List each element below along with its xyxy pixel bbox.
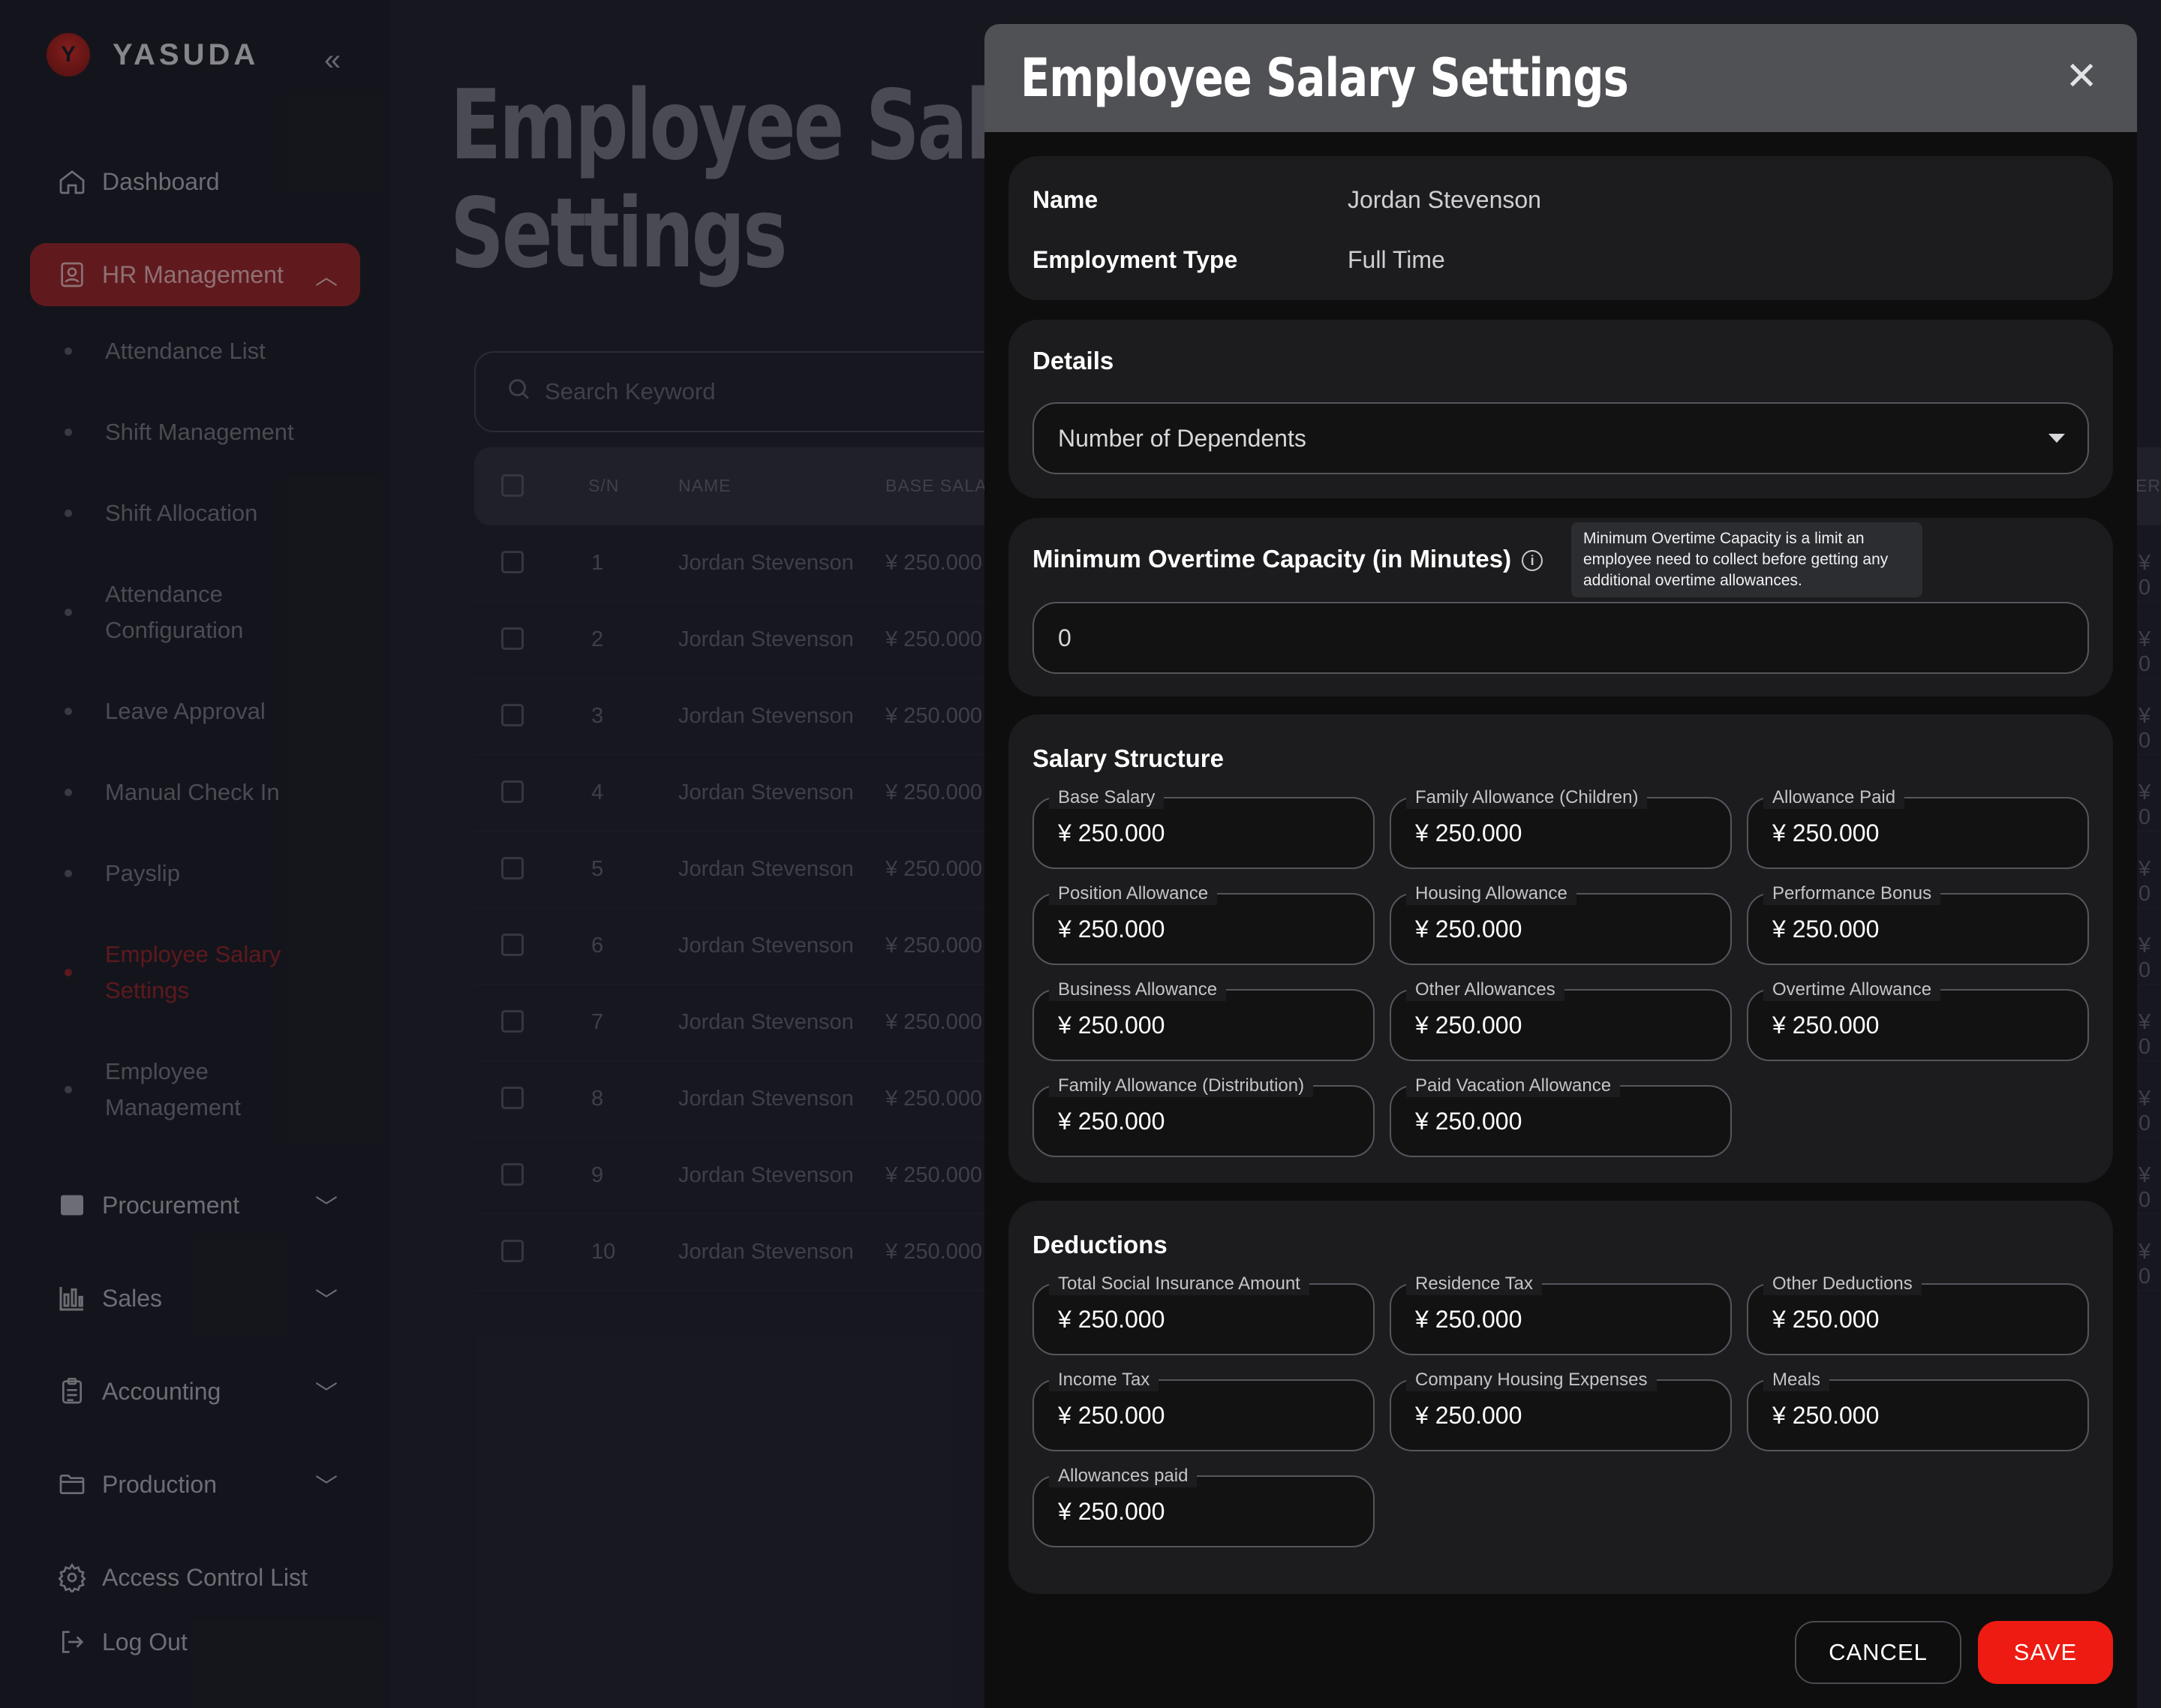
details-card: Details Number of Dependents	[1008, 320, 2113, 498]
field-label: Overtime Allowance	[1763, 979, 1941, 1001]
currency-field[interactable]: Family Allowance (Children) ¥ 250.000	[1390, 786, 1732, 869]
field-label: Family Allowance (Children)	[1406, 786, 1648, 809]
currency-field[interactable]: Performance Bonus ¥ 250.000	[1747, 883, 2089, 965]
dependents-select-value: Number of Dependents	[1058, 424, 1306, 452]
currency-field[interactable]: Income Tax ¥ 250.000	[1032, 1369, 1375, 1451]
field-label: Residence Tax	[1406, 1273, 1542, 1295]
field-value: ¥ 250.000	[1058, 819, 1165, 846]
field-value: ¥ 250.000	[1415, 1012, 1522, 1039]
dependents-select[interactable]: Number of Dependents	[1032, 402, 2089, 474]
details-title: Details	[1032, 347, 1114, 374]
field-value: ¥ 250.000	[1058, 1012, 1165, 1039]
field-label: Total Social Insurance Amount	[1049, 1273, 1309, 1295]
overtime-input[interactable]: 0	[1032, 602, 2089, 674]
overtime-tooltip: Minimum Overtime Capacity is a limit an …	[1571, 522, 1922, 597]
field-label: Business Allowance	[1049, 979, 1227, 1001]
field-value: ¥ 250.000	[1058, 1498, 1165, 1525]
close-icon[interactable]: ✕	[2065, 57, 2098, 96]
field-label: Other Deductions	[1763, 1273, 1922, 1295]
currency-field[interactable]: Paid Vacation Allowance ¥ 250.000	[1390, 1075, 1732, 1157]
currency-field[interactable]: Base Salary ¥ 250.000	[1032, 786, 1375, 869]
field-value: ¥ 250.000	[1415, 1306, 1522, 1333]
currency-field[interactable]: Company Housing Expenses ¥ 250.000	[1390, 1369, 1732, 1451]
overtime-label: Minimum Overtime Capacity (in Minutes) i	[1032, 545, 1543, 573]
field-value: ¥ 250.000	[1415, 1402, 1522, 1429]
employee-info-card: Name Jordan Stevenson Employment Type Fu…	[1008, 156, 2113, 300]
field-value: ¥ 250.000	[1058, 1306, 1165, 1333]
employment-type-value: Full Time	[1348, 246, 1445, 273]
field-label: Base Salary	[1049, 786, 1165, 809]
currency-field[interactable]: Residence Tax ¥ 250.000	[1390, 1273, 1732, 1355]
field-label: Family Allowance (Distribution)	[1049, 1075, 1314, 1097]
field-label: Other Allowances	[1406, 979, 1564, 1001]
currency-field[interactable]: Allowance Paid ¥ 250.000	[1747, 786, 2089, 869]
field-value: ¥ 250.000	[1058, 916, 1165, 943]
field-value: ¥ 250.000	[1772, 916, 1880, 943]
field-label: Company Housing Expenses	[1406, 1369, 1657, 1391]
field-value: ¥ 250.000	[1058, 1108, 1165, 1135]
currency-field[interactable]: Position Allowance ¥ 250.000	[1032, 883, 1375, 965]
modal-title: Employee Salary Settings	[1020, 47, 1629, 109]
field-value: ¥ 250.000	[1415, 1108, 1522, 1135]
field-label: Meals	[1763, 1369, 1830, 1391]
name-value: Jordan Stevenson	[1348, 186, 1541, 213]
cancel-button[interactable]: CANCEL	[1795, 1621, 1961, 1684]
overtime-input-value: 0	[1058, 624, 1071, 651]
deductions-title: Deductions	[1032, 1231, 1168, 1258]
overtime-card: Minimum Overtime Capacity (in Minutes) i …	[1008, 518, 2113, 696]
currency-field[interactable]: Meals ¥ 250.000	[1747, 1369, 2089, 1451]
field-value: ¥ 250.000	[1772, 1402, 1880, 1429]
currency-field[interactable]: Housing Allowance ¥ 250.000	[1390, 883, 1732, 965]
currency-field[interactable]: Overtime Allowance ¥ 250.000	[1747, 979, 2089, 1061]
field-label: Paid Vacation Allowance	[1406, 1075, 1621, 1097]
caret-down-icon	[2048, 434, 2065, 443]
overtime-label-text: Minimum Overtime Capacity (in Minutes)	[1032, 545, 1512, 573]
deductions-card: Deductions Total Social Insurance Amount…	[1008, 1201, 2113, 1594]
currency-field[interactable]: Business Allowance ¥ 250.000	[1032, 979, 1375, 1061]
salary-settings-modal: Employee Salary Settings ✕ Name Jordan S…	[984, 24, 2137, 1708]
employment-type-label: Employment Type	[1032, 246, 1238, 273]
name-label: Name	[1032, 186, 1099, 213]
info-icon[interactable]: i	[1522, 550, 1543, 572]
field-value: ¥ 250.000	[1772, 1012, 1880, 1039]
currency-field[interactable]: Other Deductions ¥ 250.000	[1747, 1273, 2089, 1355]
salary-structure-title: Salary Structure	[1032, 744, 1224, 772]
field-label: Housing Allowance	[1406, 883, 1576, 905]
field-value: ¥ 250.000	[1415, 819, 1522, 846]
modal-header: Employee Salary Settings	[984, 24, 2137, 132]
save-button[interactable]: SAVE	[1978, 1621, 2113, 1684]
currency-field[interactable]: Total Social Insurance Amount ¥ 250.000	[1032, 1273, 1375, 1355]
currency-field[interactable]: Family Allowance (Distribution) ¥ 250.000	[1032, 1075, 1375, 1157]
field-label: Position Allowance	[1049, 883, 1218, 905]
field-label: Performance Bonus	[1763, 883, 1941, 905]
field-value: ¥ 250.000	[1772, 819, 1880, 846]
field-label: Allowance Paid	[1763, 786, 1905, 809]
field-value: ¥ 250.000	[1058, 1402, 1165, 1429]
currency-field[interactable]: Allowances paid ¥ 250.000	[1032, 1465, 1375, 1547]
salary-structure-card: Salary Structure Base Salary ¥ 250.000 Fam…	[1008, 714, 2113, 1183]
currency-field[interactable]: Other Allowances ¥ 250.000	[1390, 979, 1732, 1061]
field-label: Income Tax	[1049, 1369, 1159, 1391]
field-value: ¥ 250.000	[1415, 916, 1522, 943]
field-label: Allowances paid	[1049, 1465, 1198, 1487]
field-value: ¥ 250.000	[1772, 1306, 1880, 1333]
